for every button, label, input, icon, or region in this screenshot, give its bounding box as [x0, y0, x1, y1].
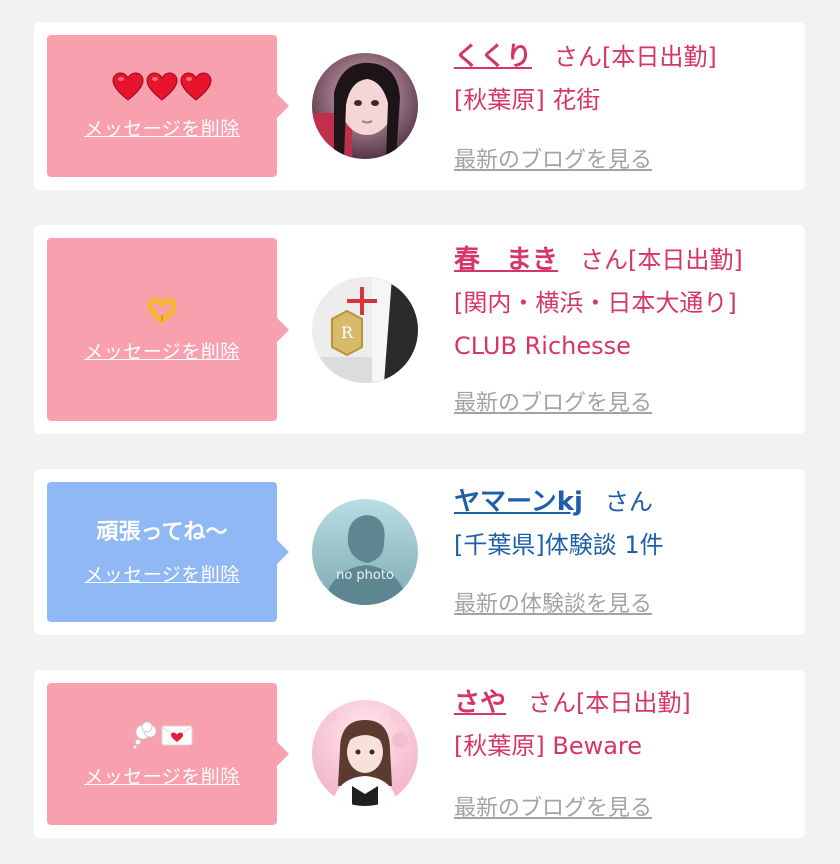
message-content — [112, 71, 212, 102]
delete-message-link[interactable]: メッセージを削除 — [84, 560, 240, 587]
avatar[interactable]: no photo — [312, 499, 418, 605]
message-bubble: メッセージを削除 — [47, 238, 289, 421]
sender-shop: [秋葉原] 花街 — [454, 86, 601, 114]
sender-name-link[interactable]: くくり — [454, 42, 532, 72]
sender-name-link[interactable]: さや — [454, 688, 506, 718]
sender-review-count: [千葉県]体験談 1件 — [454, 531, 664, 559]
avatar[interactable] — [312, 700, 418, 806]
latest-blog-link[interactable]: 最新のブログを見る — [454, 385, 652, 417]
message-content: 頑張ってね〜 — [96, 519, 228, 545]
sender-status: さん — [604, 488, 653, 516]
love-letter-emoji-icon — [161, 725, 193, 745]
message-card: メッセージを削除 さや さん[本日出勤] [秋葉原] Beware 最新のブログを… — [34, 670, 805, 838]
heart-hands-emoji-icon — [147, 297, 177, 323]
avatar[interactable] — [312, 53, 418, 159]
sender-info: ヤマーンkj さん [千葉県]体験談 1件 — [454, 481, 785, 567]
no-photo-label: no photo — [336, 568, 394, 583]
sender-shop: [秋葉原] Beware — [454, 732, 643, 760]
thought-balloon-emoji-icon — [133, 721, 157, 749]
delete-message-link[interactable]: メッセージを削除 — [84, 762, 240, 789]
sender-status: さん[本日出勤] — [528, 689, 691, 717]
delete-message-link[interactable]: メッセージを削除 — [84, 114, 240, 141]
message-content — [131, 720, 193, 750]
delete-message-link[interactable]: メッセージを削除 — [84, 337, 240, 364]
svg-text:R: R — [341, 323, 354, 342]
avatar[interactable]: R — [312, 277, 418, 383]
sender-info: くくり さん[本日出勤] [秋葉原] 花街 — [454, 36, 785, 122]
sender-name-link[interactable]: ヤマーンkj — [454, 487, 583, 517]
latest-review-link[interactable]: 最新の体験談を見る — [454, 586, 652, 618]
sender-name-link[interactable]: 春 まき — [454, 245, 558, 275]
heart-emoji-icon — [146, 71, 178, 101]
sender-shop: [関内・横浜・日本大通り] CLUB Richesse — [454, 289, 737, 360]
heart-emoji-icon — [112, 71, 144, 101]
latest-blog-link[interactable]: 最新のブログを見る — [454, 790, 652, 822]
message-bubble: 頑張ってね〜 メッセージを削除 — [47, 482, 289, 622]
sender-status: さん[本日出勤] — [554, 43, 717, 71]
latest-blog-link[interactable]: 最新のブログを見る — [454, 142, 652, 174]
sender-status: さん[本日出勤] — [580, 246, 743, 274]
heart-emoji-icon — [180, 71, 212, 101]
message-bubble: メッセージを削除 — [47, 683, 289, 825]
message-card: 頑張ってね〜 メッセージを削除 no photo ヤマーンkj さん [千葉県]体… — [34, 469, 805, 635]
sender-info: 春 まき さん[本日出勤] [関内・横浜・日本大通り] CLUB Richesse — [454, 239, 785, 368]
message-content — [147, 295, 177, 325]
sender-info: さや さん[本日出勤] [秋葉原] Beware — [454, 682, 785, 768]
message-card: メッセージを削除 くくり さん[本日出勤] [秋葉原] 花街 最新のブログを見る — [34, 22, 805, 190]
message-card: メッセージを削除 R 春 まき さん[本日出勤] [関内・横浜・日本大通り] CL… — [34, 225, 805, 434]
message-bubble: メッセージを削除 — [47, 35, 289, 177]
